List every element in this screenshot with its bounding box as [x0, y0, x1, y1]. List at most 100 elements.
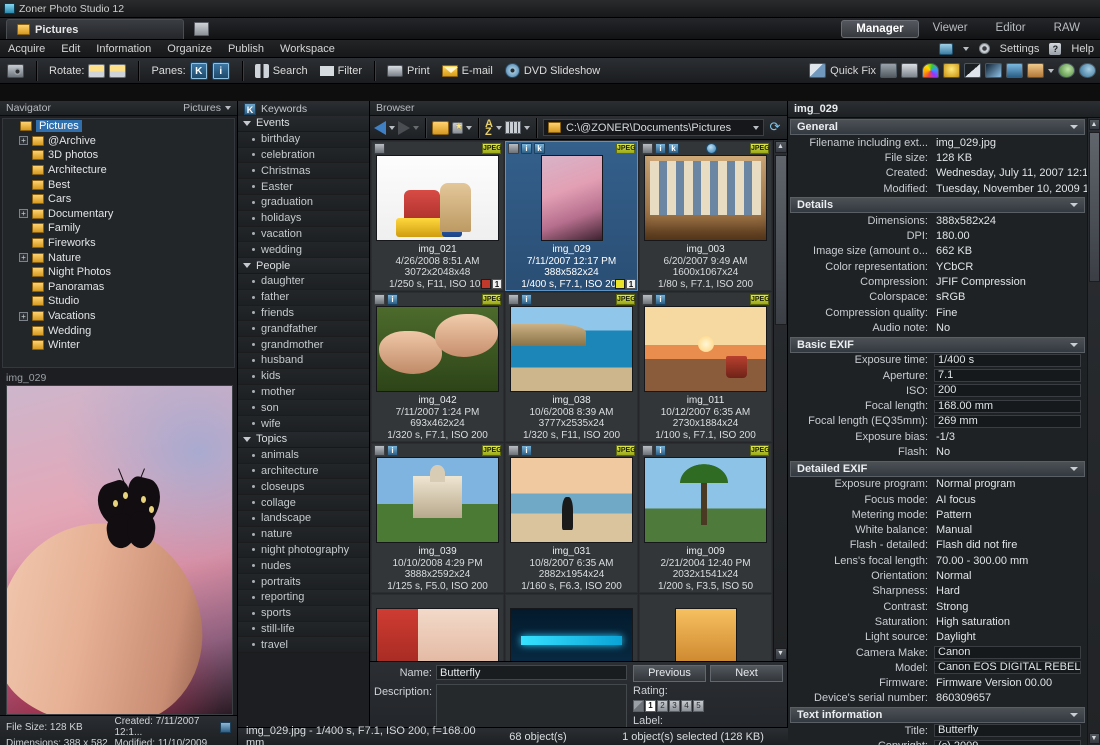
scroll-up-button[interactable]: ▲ [775, 141, 787, 153]
thumbnail-image[interactable] [510, 306, 633, 392]
navigator-dropdown-label[interactable]: Pictures [183, 102, 221, 114]
thumbnail-scrollbar[interactable]: ▲ ▼ [773, 140, 787, 661]
keyword-item[interactable]: grandmother [238, 337, 369, 353]
menu-edit[interactable]: Edit [61, 43, 80, 55]
thumbnail-image[interactable] [376, 306, 499, 392]
tree-item-studio[interactable]: Studio [3, 294, 234, 309]
contrast-icon[interactable] [964, 63, 981, 78]
info-section-detailed-exif[interactable]: Detailed EXIF [790, 461, 1085, 477]
rotate-left-icon[interactable] [88, 64, 105, 78]
rating-star-3[interactable]: 3 [669, 700, 680, 712]
info-section-details[interactable]: Details [790, 197, 1085, 213]
tree-item-architecture[interactable]: Architecture [3, 163, 234, 178]
search-button[interactable]: Search [252, 63, 311, 79]
info-sections[interactable]: GeneralFilename including ext...img_029.… [788, 118, 1087, 745]
thumbnail-cell[interactable]: ikJPEG1img_0297/11/2007 12:17 PM388x582x… [505, 141, 638, 291]
info-scrollbar[interactable]: ▲ ▼ [1087, 118, 1100, 745]
keyword-group-events[interactable]: Events [238, 116, 369, 132]
info-value[interactable]: 200 [934, 384, 1081, 397]
thumbnail-image[interactable] [376, 155, 499, 241]
keyword-item[interactable]: holidays [238, 211, 369, 227]
keyword-item[interactable]: nudes [238, 558, 369, 574]
question-mark-icon[interactable]: ? [1049, 43, 1061, 55]
tree-item-documentary[interactable]: +Documentary [3, 207, 234, 222]
tree-item-best[interactable]: Best [3, 177, 234, 192]
chevron-down-icon[interactable] [413, 126, 419, 130]
info-pane-toggle-icon[interactable]: i [212, 62, 230, 80]
rotate-right-icon[interactable] [109, 64, 126, 78]
keyword-item[interactable]: Christmas [238, 163, 369, 179]
keyword-item[interactable]: grandfather [238, 321, 369, 337]
chevron-down-icon[interactable] [389, 126, 395, 130]
keyword-item[interactable]: daughter [238, 274, 369, 290]
keyword-item[interactable]: celebration [238, 148, 369, 164]
tree-item-3d-photos[interactable]: 3D photos [3, 148, 234, 163]
forward-arrow-icon[interactable] [398, 121, 410, 135]
menu-organize[interactable]: Organize [167, 43, 212, 55]
chevron-down-icon[interactable] [524, 126, 530, 130]
quick-fix-icon[interactable] [809, 63, 826, 78]
edit-metadata-icon[interactable] [194, 22, 209, 36]
keyword-item[interactable]: wife [238, 416, 369, 432]
thumbnail-cell[interactable]: JPEG1img_0214/26/2008 8:51 AM3072x2048x4… [371, 141, 504, 291]
menu-workspace[interactable]: Workspace [280, 43, 335, 55]
resize-icon[interactable] [1006, 63, 1023, 78]
preview-image[interactable] [6, 385, 233, 715]
menu-publish[interactable]: Publish [228, 43, 264, 55]
menu-acquire[interactable]: Acquire [8, 43, 45, 55]
tree-item-nature[interactable]: +Nature [3, 250, 234, 265]
thumbnail-cell[interactable]: iJPEGimg_03910/10/2008 4:29 PM3888x2592x… [371, 443, 504, 593]
next-button[interactable]: Next [710, 665, 783, 682]
chevron-down-icon[interactable] [1048, 69, 1054, 73]
keyword-item[interactable]: husband [238, 353, 369, 369]
keyword-item[interactable]: collage [238, 495, 369, 511]
expand-icon[interactable]: + [19, 312, 28, 321]
keyword-item[interactable]: birthday [238, 132, 369, 148]
tab-pictures[interactable]: Pictures [6, 19, 184, 39]
rating-control[interactable]: 12345 [633, 700, 783, 712]
color-enhance-icon[interactable] [922, 63, 939, 78]
name-input[interactable]: Butterfly [436, 665, 627, 680]
mode-viewer[interactable]: Viewer [919, 20, 982, 38]
thumbnail-cell[interactable]: iJPEGimg_03110/8/2007 6:35 AM2882x1954x2… [505, 443, 638, 593]
tree-item-vacations[interactable]: +Vacations [3, 309, 234, 324]
tree-item-fireworks[interactable]: Fireworks [3, 236, 234, 251]
tree-item-family[interactable]: Family [3, 221, 234, 236]
info-value[interactable]: (c) 2009 [934, 740, 1081, 745]
menu-information[interactable]: Information [96, 43, 151, 55]
keywords-pane-toggle-icon[interactable]: K [190, 62, 208, 80]
keyword-item[interactable]: reporting [238, 590, 369, 606]
chevron-down-icon[interactable] [753, 126, 759, 130]
keyword-item[interactable]: animals [238, 448, 369, 464]
thumbnail-image[interactable] [644, 306, 767, 392]
histogram-icon[interactable] [880, 63, 897, 78]
info-value[interactable]: Canon [934, 646, 1081, 659]
view-mode-icon[interactable] [505, 121, 521, 134]
settings-button[interactable]: Settings [1000, 43, 1040, 55]
thumbnail-image[interactable] [510, 608, 633, 661]
expand-icon[interactable]: + [19, 253, 28, 262]
sharpen-icon[interactable] [985, 63, 1002, 78]
keyword-item[interactable]: nature [238, 527, 369, 543]
thumbnail-image[interactable] [376, 457, 499, 543]
mode-manager[interactable]: Manager [841, 20, 918, 38]
mode-editor[interactable]: Editor [982, 20, 1040, 38]
thumbnail-cell[interactable]: iJPEGimg_0092/21/2004 12:40 PM2032x1541x… [639, 443, 772, 593]
chevron-down-icon[interactable] [466, 126, 472, 130]
info-section-text-information[interactable]: Text information [790, 707, 1085, 723]
expand-icon[interactable]: + [19, 209, 28, 218]
keyword-item[interactable]: sports [238, 606, 369, 622]
levels-icon[interactable] [901, 63, 918, 78]
up-folder-icon[interactable] [432, 121, 449, 135]
keyword-item[interactable]: landscape [238, 511, 369, 527]
thumbnail-cell[interactable] [505, 594, 638, 661]
keyword-item[interactable]: graduation [238, 195, 369, 211]
folder-tree[interactable]: Pictures+@Archive3D photosArchitectureBe… [2, 118, 235, 368]
acquire-button[interactable] [4, 63, 27, 79]
keywords-list[interactable]: EventsbirthdaycelebrationChristmasEaster… [238, 116, 369, 728]
print-button[interactable]: Print [384, 64, 433, 78]
keyword-item[interactable]: architecture [238, 464, 369, 480]
back-arrow-icon[interactable] [374, 121, 386, 135]
sort-az-icon[interactable]: AZ [485, 120, 493, 136]
scroll-down-button[interactable]: ▼ [775, 648, 787, 660]
